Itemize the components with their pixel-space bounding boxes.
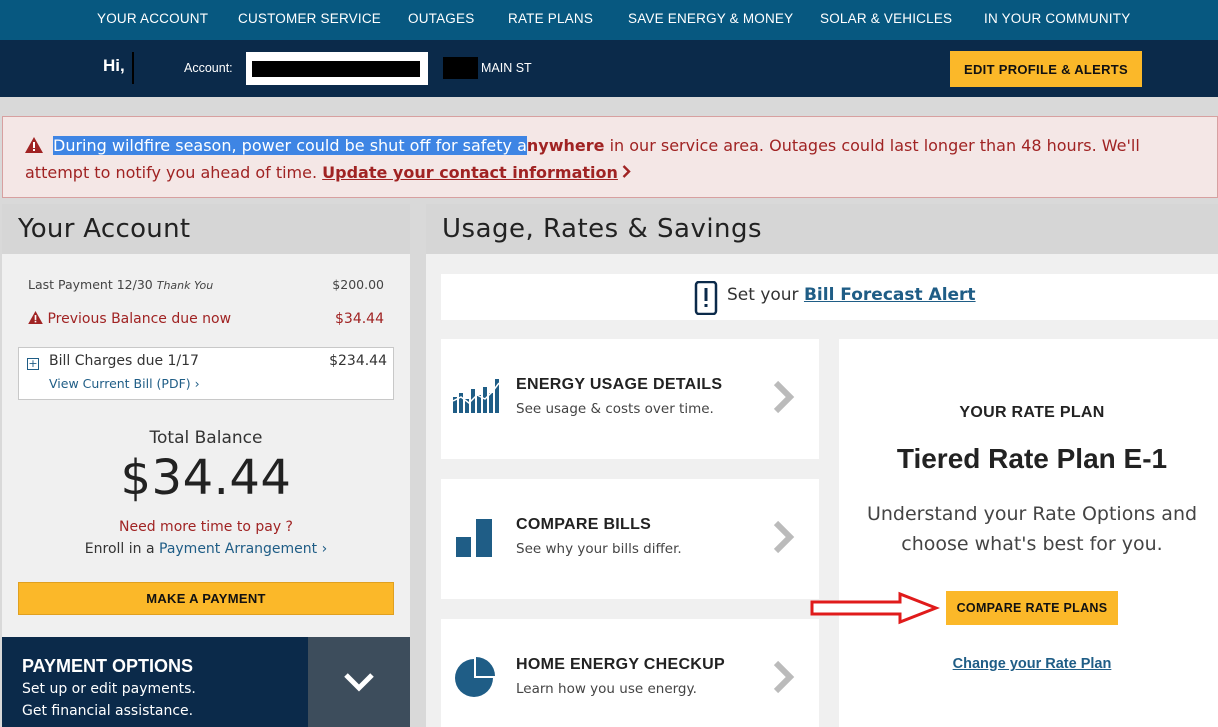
bill-charges-amount: $234.44 [329, 353, 387, 369]
account-label: Account: [184, 61, 233, 75]
last-payment-note: Thank You [156, 279, 214, 292]
last-payment-label: Last Payment 12/30 [28, 277, 153, 292]
red-annotation-arrow-icon [810, 591, 941, 629]
usage-title: Usage, Rates & Savings [442, 214, 763, 244]
nav-solar-vehicles[interactable]: SOLAR & VEHICLES [820, 11, 952, 26]
bill-charges-label: Bill Charges due 1/17 [49, 353, 199, 369]
nav-in-your-community[interactable]: IN YOUR COMMUNITY [984, 11, 1130, 26]
nav-outages[interactable]: OUTAGES [408, 11, 474, 26]
last-payment-row: Last Payment 12/30 Thank You [28, 277, 213, 292]
payment-options-line-1: Set up or edit payments. [22, 681, 196, 697]
home-energy-checkup-title: HOME ENERGY CHECKUP [516, 656, 725, 673]
forecast-prefix: Set your [727, 285, 804, 305]
wildfire-alert-banner: During wildfire season, power could be s… [2, 116, 1218, 198]
edit-profile-alerts-button[interactable]: EDIT PROFILE & ALERTS [950, 51, 1142, 87]
redacted-name [132, 52, 134, 84]
expand-plus-icon[interactable]: + [27, 358, 39, 370]
redacted-house-number [443, 57, 478, 79]
redacted-account-number [252, 61, 420, 77]
home-energy-checkup-tile[interactable]: HOME ENERGY CHECKUP Learn how you use en… [441, 619, 819, 727]
compare-bills-title: COMPARE BILLS [516, 516, 652, 533]
forecast-text: Set your Bill Forecast Alert [727, 285, 976, 305]
alert-bold-text: nywhere [526, 136, 605, 155]
your-account-title: Your Account [18, 214, 191, 244]
nav-save-energy-money[interactable]: SAVE ENERGY & MONEY [628, 11, 793, 26]
bill-charges-box: + Bill Charges due 1/17 $234.44 View Cur… [18, 347, 394, 400]
payment-options-expand-toggle[interactable] [308, 637, 410, 727]
payment-arrangement-link[interactable]: Payment Arrangement › [159, 541, 327, 557]
payment-options-section[interactable]: PAYMENT OPTIONS Set up or edit payments.… [2, 637, 308, 727]
energy-usage-details-subtitle: See usage & costs over time. [516, 401, 714, 417]
change-rate-plan-link[interactable]: Change your Rate Plan [839, 656, 1218, 672]
greeting: Hi, [103, 56, 125, 75]
rate-plan-name: Tiered Rate Plan E-1 [896, 443, 1168, 474]
payment-options-line-2: Get financial assistance. [22, 703, 194, 719]
update-contact-info-link[interactable]: Update your contact information [322, 163, 618, 182]
total-balance-value: $34.44 [120, 450, 292, 506]
previous-balance-warning-icon [28, 311, 47, 327]
chevron-right-icon [771, 379, 795, 419]
last-payment-amount: $200.00 [332, 277, 384, 292]
alert-selected-text: During wildfire season, power could be s… [53, 136, 527, 155]
pie-chart-icon [453, 657, 495, 703]
usage-header: Usage, Rates & Savings [426, 204, 1218, 254]
bill-forecast-alert-bar: Set your Bill Forecast Alert [441, 274, 1218, 320]
previous-balance-row: Previous Balance due now [28, 311, 231, 327]
need-more-time-text: Need more time to pay ? [119, 519, 293, 535]
nav-your-account[interactable]: YOUR ACCOUNT [97, 11, 208, 26]
chevron-right-icon [622, 160, 631, 185]
previous-balance-amount: $34.44 [335, 311, 384, 327]
nav-rate-plans[interactable]: RATE PLANS [508, 11, 593, 26]
view-current-bill-link[interactable]: View Current Bill (PDF) › [49, 376, 200, 391]
account-bar: Hi, Account: MAIN ST EDIT PROFILE & ALER… [0, 40, 1218, 97]
home-energy-checkup-subtitle: Learn how you use energy. [516, 681, 697, 697]
compare-bars-icon [453, 517, 495, 561]
your-account-header: Your Account [2, 204, 410, 254]
chevron-down-icon [343, 671, 375, 697]
service-address: MAIN ST [481, 61, 532, 75]
payment-options-title: PAYMENT OPTIONS [22, 656, 194, 676]
your-rate-plan-heading: YOUR RATE PLAN [959, 404, 1105, 421]
nav-customer-service[interactable]: CUSTOMER SERVICE [238, 11, 381, 26]
top-navigation: YOUR ACCOUNT CUSTOMER SERVICE OUTAGES RA… [0, 0, 1218, 40]
bill-forecast-alert-link[interactable]: Bill Forecast Alert [804, 285, 976, 305]
chevron-right-icon [771, 519, 795, 559]
compare-bills-subtitle: See why your bills differ. [516, 541, 682, 557]
bar-chart-icon [452, 379, 501, 417]
alert-message: During wildfire season, power could be s… [25, 133, 1205, 185]
warning-triangle-icon [25, 135, 45, 160]
enroll-prefix: Enroll in a [84, 541, 159, 557]
chevron-right-icon [771, 659, 795, 699]
rate-plan-description: Understand your Rate Options and choose … [866, 503, 1198, 555]
previous-balance-label: Previous Balance due now [47, 311, 232, 327]
your-account-panel: Your Account Last Payment 12/30 Thank Yo… [2, 204, 410, 727]
compare-bills-tile[interactable]: COMPARE BILLS See why your bills differ. [441, 479, 819, 599]
phone-alert-icon [694, 280, 718, 319]
compare-rate-plans-button[interactable]: COMPARE RATE PLANS [946, 591, 1118, 625]
usage-rates-savings-panel: Usage, Rates & Savings Set your Bill For… [426, 204, 1218, 727]
energy-usage-details-title: ENERGY USAGE DETAILS [516, 376, 723, 393]
enroll-payment-arrangement: Enroll in a Payment Arrangement › [2, 541, 410, 557]
energy-usage-details-tile[interactable]: ENERGY USAGE DETAILS See usage & costs o… [441, 339, 819, 459]
total-balance-label: Total Balance [149, 428, 263, 448]
account-number-select[interactable] [246, 52, 428, 85]
make-payment-button[interactable]: MAKE A PAYMENT [18, 582, 394, 615]
rate-plan-card: YOUR RATE PLAN Tiered Rate Plan E-1 Unde… [839, 339, 1218, 727]
